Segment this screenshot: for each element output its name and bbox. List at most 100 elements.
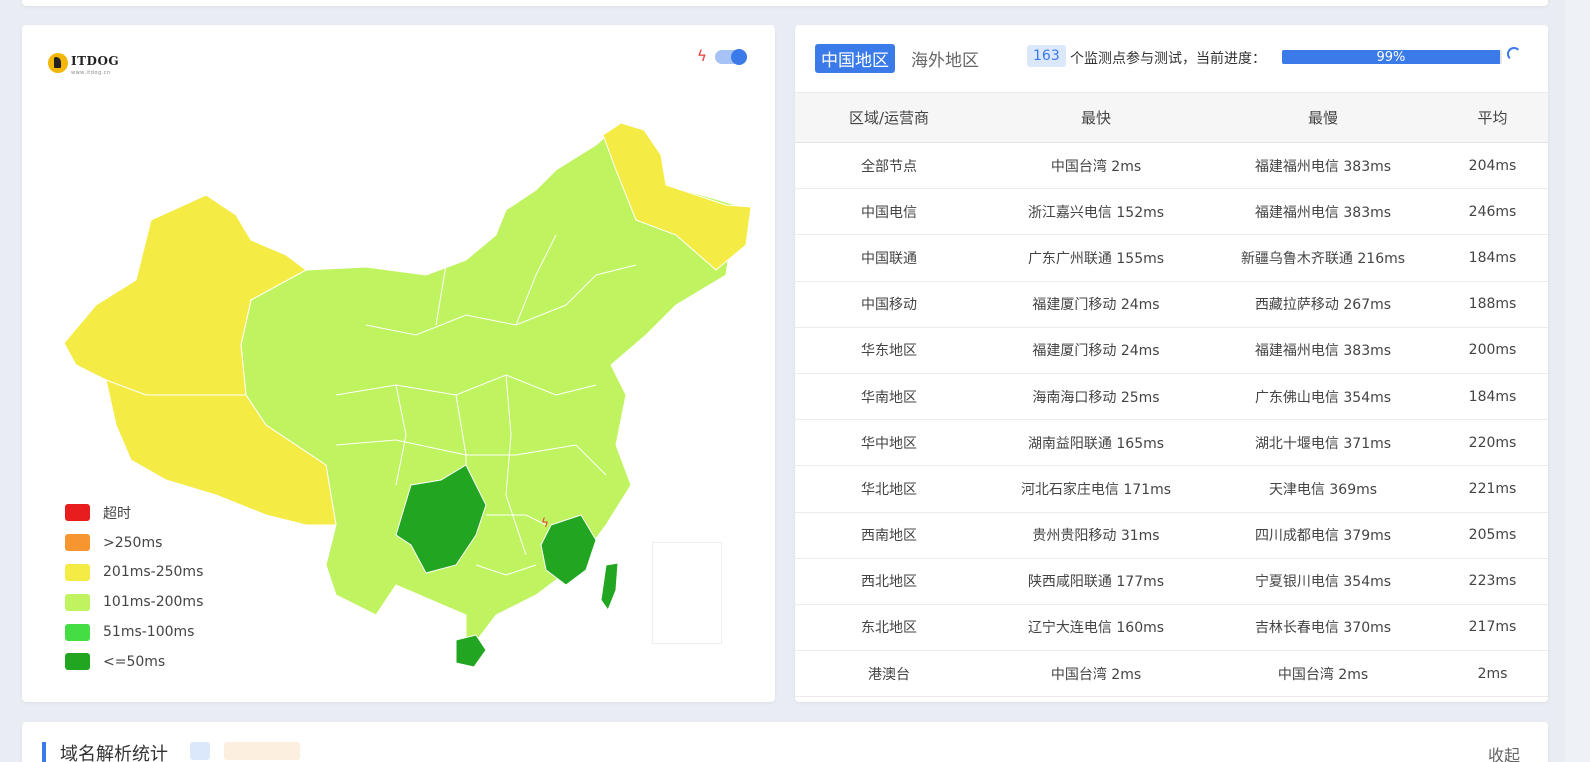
slowest-cell: 广东佛山电信 354ms — [1209, 373, 1437, 421]
average-cell: 221ms — [1437, 465, 1548, 513]
fastest-cell: 中国台湾 2ms — [983, 142, 1209, 190]
test-origin-marker: ϟ — [541, 516, 549, 530]
legend-item[interactable]: 超时 — [65, 498, 203, 528]
legend-swatch — [65, 593, 90, 611]
average-cell: 217ms — [1437, 604, 1548, 652]
table-row[interactable]: 港澳台 中国台湾 2ms 中国台湾 2ms 2ms — [795, 650, 1548, 698]
page-scrollbar[interactable] — [1565, 0, 1590, 762]
latency-table: 区域/运营商 最快 最慢 平均 全部节点 中国台湾 2ms 福建福州电信 383ms… — [795, 92, 1548, 698]
legend-label: >250ms — [103, 534, 163, 551]
fastest-cell: 海南海口移动 25ms — [983, 373, 1209, 421]
logo-subtext: www.itdog.cn — [71, 70, 111, 76]
slowest-cell: 福建福州电信 383ms — [1209, 142, 1437, 190]
table-row[interactable]: 华北地区 河北石家庄电信 171ms 天津电信 369ms 221ms — [795, 465, 1548, 513]
tab-china[interactable]: 中国地区 — [815, 44, 895, 73]
column-header: 最快 — [983, 92, 1209, 143]
legend-swatch — [65, 534, 90, 552]
map-region-taiwan[interactable] — [600, 562, 619, 612]
dns-warning-badge — [224, 742, 300, 760]
column-header: 平均 — [1437, 92, 1548, 143]
slowest-cell: 四川成都电信 379ms — [1209, 512, 1437, 559]
table-row[interactable]: 西南地区 贵州贵阳移动 31ms 四川成都电信 379ms 205ms — [795, 512, 1548, 559]
map-panel: ITDOG www.itdog.cn ϟ ϟ 超时 >250ms 201ms-2… — [22, 25, 775, 702]
legend-swatch — [65, 653, 90, 671]
table-row[interactable]: 华中地区 湖南益阳联通 165ms 湖北十堰电信 371ms 220ms — [795, 419, 1548, 467]
column-header: 区域/运营商 — [795, 92, 983, 143]
logo-text: ITDOG — [71, 54, 120, 68]
legend-item[interactable]: >250ms — [65, 528, 203, 558]
region-cell: 华北地区 — [795, 465, 983, 513]
progress-caption: 个监测点参与测试，当前进度： — [1070, 51, 1266, 67]
table-row[interactable]: 中国移动 福建厦门移动 24ms 西藏拉萨移动 267ms 188ms — [795, 281, 1548, 328]
average-cell: 223ms — [1437, 558, 1548, 605]
slowest-cell: 天津电信 369ms — [1209, 465, 1437, 513]
region-cell: 华南地区 — [795, 373, 983, 421]
itdog-logo: ITDOG www.itdog.cn — [48, 50, 119, 76]
tab-overseas[interactable]: 海外地区 — [905, 44, 985, 73]
column-header: 最慢 — [1209, 92, 1437, 143]
table-row[interactable]: 华南地区 海南海口移动 25ms 广东佛山电信 354ms 184ms — [795, 373, 1548, 421]
region-cell: 西北地区 — [795, 558, 983, 605]
average-cell: 2ms — [1437, 650, 1548, 698]
region-cell: 华中地区 — [795, 419, 983, 467]
node-count-badge: 163 — [1027, 45, 1066, 67]
average-cell: 205ms — [1437, 512, 1548, 559]
region-cell: 中国电信 — [795, 188, 983, 236]
collapse-button[interactable]: 收起 — [1488, 742, 1520, 762]
average-cell: 184ms — [1437, 234, 1548, 282]
results-panel: 中国地区 海外地区 163 个监测点参与测试，当前进度： 99% 区域/运营商 … — [795, 25, 1548, 702]
slowest-cell: 中国台湾 2ms — [1209, 650, 1437, 698]
fastest-cell: 河北石家庄电信 171ms — [983, 465, 1209, 513]
region-cell: 华东地区 — [795, 327, 983, 374]
table-row[interactable]: 华东地区 福建厦门移动 24ms 福建福州电信 383ms 200ms — [795, 327, 1548, 374]
table-row[interactable]: 中国联通 广东广州联通 155ms 新疆乌鲁木齐联通 216ms 184ms — [795, 234, 1548, 282]
legend-label: 201ms-250ms — [103, 564, 204, 581]
legend-label: 51ms-100ms — [103, 624, 195, 641]
region-cell: 全部节点 — [795, 142, 983, 190]
table-row[interactable]: 东北地区 辽宁大连电信 160ms 吉林长春电信 370ms 217ms — [795, 604, 1548, 652]
dns-stats-title: 域名解析统计 — [42, 742, 168, 762]
average-cell: 246ms — [1437, 188, 1548, 236]
dns-stats-panel: 域名解析统计 收起 — [22, 722, 1548, 762]
legend-item[interactable]: 51ms-100ms — [65, 617, 203, 647]
legend-item[interactable]: <=50ms — [65, 647, 203, 677]
fastest-cell: 贵州贵阳移动 31ms — [983, 512, 1209, 559]
fastest-cell: 福建厦门移动 24ms — [983, 327, 1209, 374]
table-row[interactable]: 西北地区 陕西咸阳联通 177ms 宁夏银川电信 354ms 223ms — [795, 558, 1548, 605]
dns-count-badge — [190, 742, 210, 760]
legend-item[interactable]: 101ms-200ms — [65, 587, 203, 617]
average-cell: 200ms — [1437, 327, 1548, 374]
map-mode-toggle[interactable] — [715, 49, 747, 65]
slowest-cell: 新疆乌鲁木齐联通 216ms — [1209, 234, 1437, 282]
map-region-hainan[interactable] — [455, 634, 487, 668]
slowest-cell: 宁夏银川电信 354ms — [1209, 558, 1437, 605]
region-cell: 港澳台 — [795, 650, 983, 698]
fastest-cell: 福建厦门移动 24ms — [983, 281, 1209, 328]
slowest-cell: 吉林长春电信 370ms — [1209, 604, 1437, 652]
legend-label: 101ms-200ms — [103, 594, 204, 611]
legend-label: 超时 — [103, 505, 131, 522]
table-row[interactable]: 全部节点 中国台湾 2ms 福建福州电信 383ms 204ms — [795, 142, 1548, 190]
south-china-sea-inset — [652, 542, 722, 644]
fastest-cell: 中国台湾 2ms — [983, 650, 1209, 698]
slowest-cell: 西藏拉萨移动 267ms — [1209, 281, 1437, 328]
slowest-cell: 福建福州电信 383ms — [1209, 327, 1437, 374]
fastest-cell: 陕西咸阳联通 177ms — [983, 558, 1209, 605]
fastest-cell: 浙江嘉兴电信 152ms — [983, 188, 1209, 236]
legend-label: <=50ms — [103, 653, 166, 670]
table-row[interactable]: 中国电信 浙江嘉兴电信 152ms 福建福州电信 383ms 246ms — [795, 188, 1548, 236]
legend-swatch — [65, 504, 90, 522]
average-cell: 188ms — [1437, 281, 1548, 328]
fastest-cell: 辽宁大连电信 160ms — [983, 604, 1209, 652]
fastest-cell: 广东广州联通 155ms — [983, 234, 1209, 282]
average-cell: 204ms — [1437, 142, 1548, 190]
slowest-cell: 福建福州电信 383ms — [1209, 188, 1437, 236]
fastest-cell: 湖南益阳联通 165ms — [983, 419, 1209, 467]
dog-logo-icon — [48, 53, 68, 73]
region-cell: 中国联通 — [795, 234, 983, 282]
legend-item[interactable]: 201ms-250ms — [65, 558, 203, 588]
previous-panel-edge — [22, 0, 1548, 6]
legend-swatch — [65, 623, 90, 641]
lightning-icon: ϟ — [697, 47, 707, 65]
region-cell: 西南地区 — [795, 512, 983, 559]
